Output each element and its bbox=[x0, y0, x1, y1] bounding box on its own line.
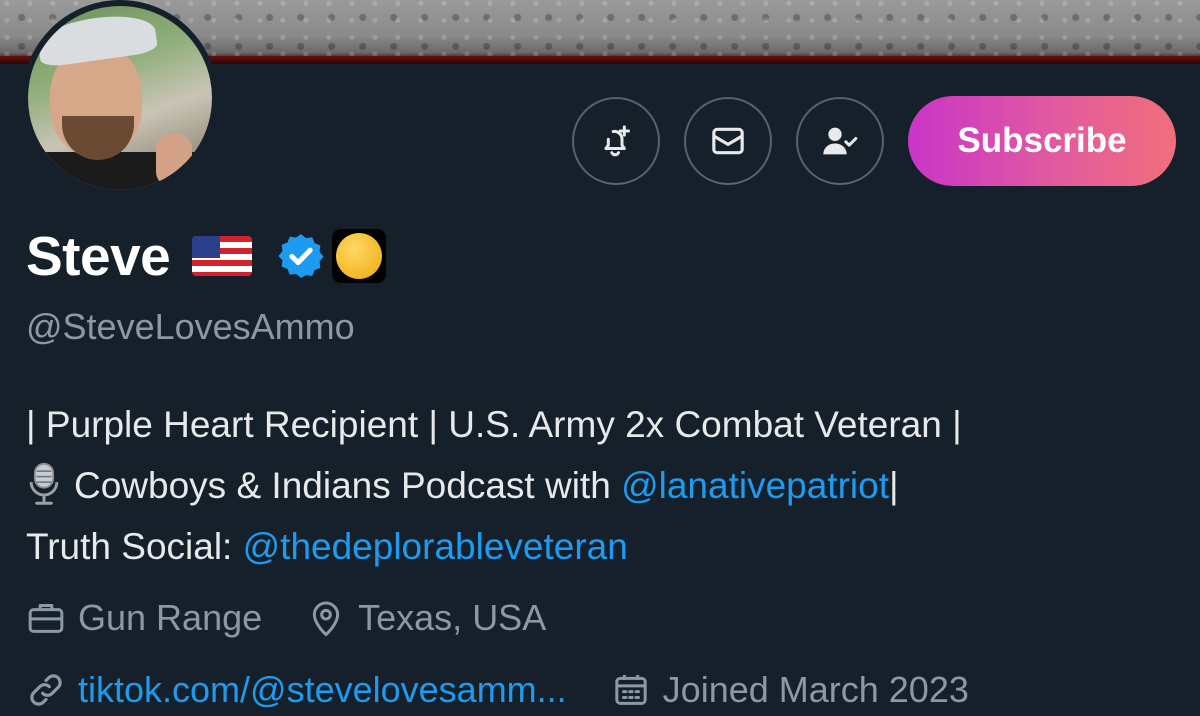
profession-text: Gun Range bbox=[78, 597, 263, 638]
briefcase-icon bbox=[28, 604, 64, 633]
envelope-icon bbox=[712, 127, 744, 155]
website-item[interactable]: tiktok.com/@stevelovesamm... bbox=[26, 669, 567, 711]
joined-item: Joined March 2023 bbox=[611, 669, 969, 711]
bio: | Purple Heart Recipient | U.S. Army 2x … bbox=[26, 394, 1176, 577]
user-handle: @SteveLovesAmmo bbox=[26, 306, 355, 347]
mention-thedeplorableveteran[interactable]: @thedeplorableveteran bbox=[243, 526, 628, 567]
location-pin-icon bbox=[312, 601, 340, 637]
verified-badge-icon[interactable] bbox=[276, 231, 326, 281]
profession-item: Gun Range bbox=[26, 597, 262, 639]
bio-line-3-text: Truth Social: bbox=[26, 526, 243, 567]
avatar[interactable] bbox=[22, 0, 218, 196]
location-item: Texas, USA bbox=[306, 597, 546, 639]
microphone-icon bbox=[29, 462, 59, 505]
message-button[interactable] bbox=[684, 97, 772, 185]
bio-line-2: Cowboys & Indians Podcast with @lanative… bbox=[26, 455, 1176, 516]
display-name: Steve bbox=[26, 225, 171, 287]
joined-text: Joined March 2023 bbox=[662, 669, 969, 710]
gold-affiliate-badge[interactable] bbox=[332, 229, 387, 283]
following-button[interactable] bbox=[796, 97, 884, 185]
bio-line-2-tail: | bbox=[889, 465, 899, 506]
subscribe-button[interactable]: Subscribe bbox=[908, 96, 1176, 186]
mention-lanativepatriot[interactable]: @lanativepatriot bbox=[621, 465, 889, 506]
us-flag-icon bbox=[192, 236, 253, 276]
bio-line-2-text: Cowboys & Indians Podcast with bbox=[74, 465, 622, 506]
profile-meta-row-1: Gun Range Texas, USA bbox=[26, 592, 590, 644]
avatar-photo bbox=[28, 6, 212, 190]
person-check-icon bbox=[823, 127, 858, 155]
profile-actions: Subscribe bbox=[572, 96, 1176, 186]
location-text: Texas, USA bbox=[358, 597, 547, 638]
bio-line-3: Truth Social: @thedeplorableveteran bbox=[26, 516, 1176, 577]
name-row: Steve bbox=[26, 224, 387, 288]
link-icon bbox=[30, 674, 62, 706]
website-link[interactable]: tiktok.com/@stevelovesamm... bbox=[78, 669, 567, 711]
bio-line-1: | Purple Heart Recipient | U.S. Army 2x … bbox=[26, 404, 962, 445]
profile-meta-row-2: tiktok.com/@stevelovesamm... Joined Marc… bbox=[26, 664, 1013, 716]
calendar-icon bbox=[615, 675, 647, 705]
notify-button[interactable] bbox=[572, 97, 660, 185]
bell-plus-icon bbox=[604, 125, 630, 157]
